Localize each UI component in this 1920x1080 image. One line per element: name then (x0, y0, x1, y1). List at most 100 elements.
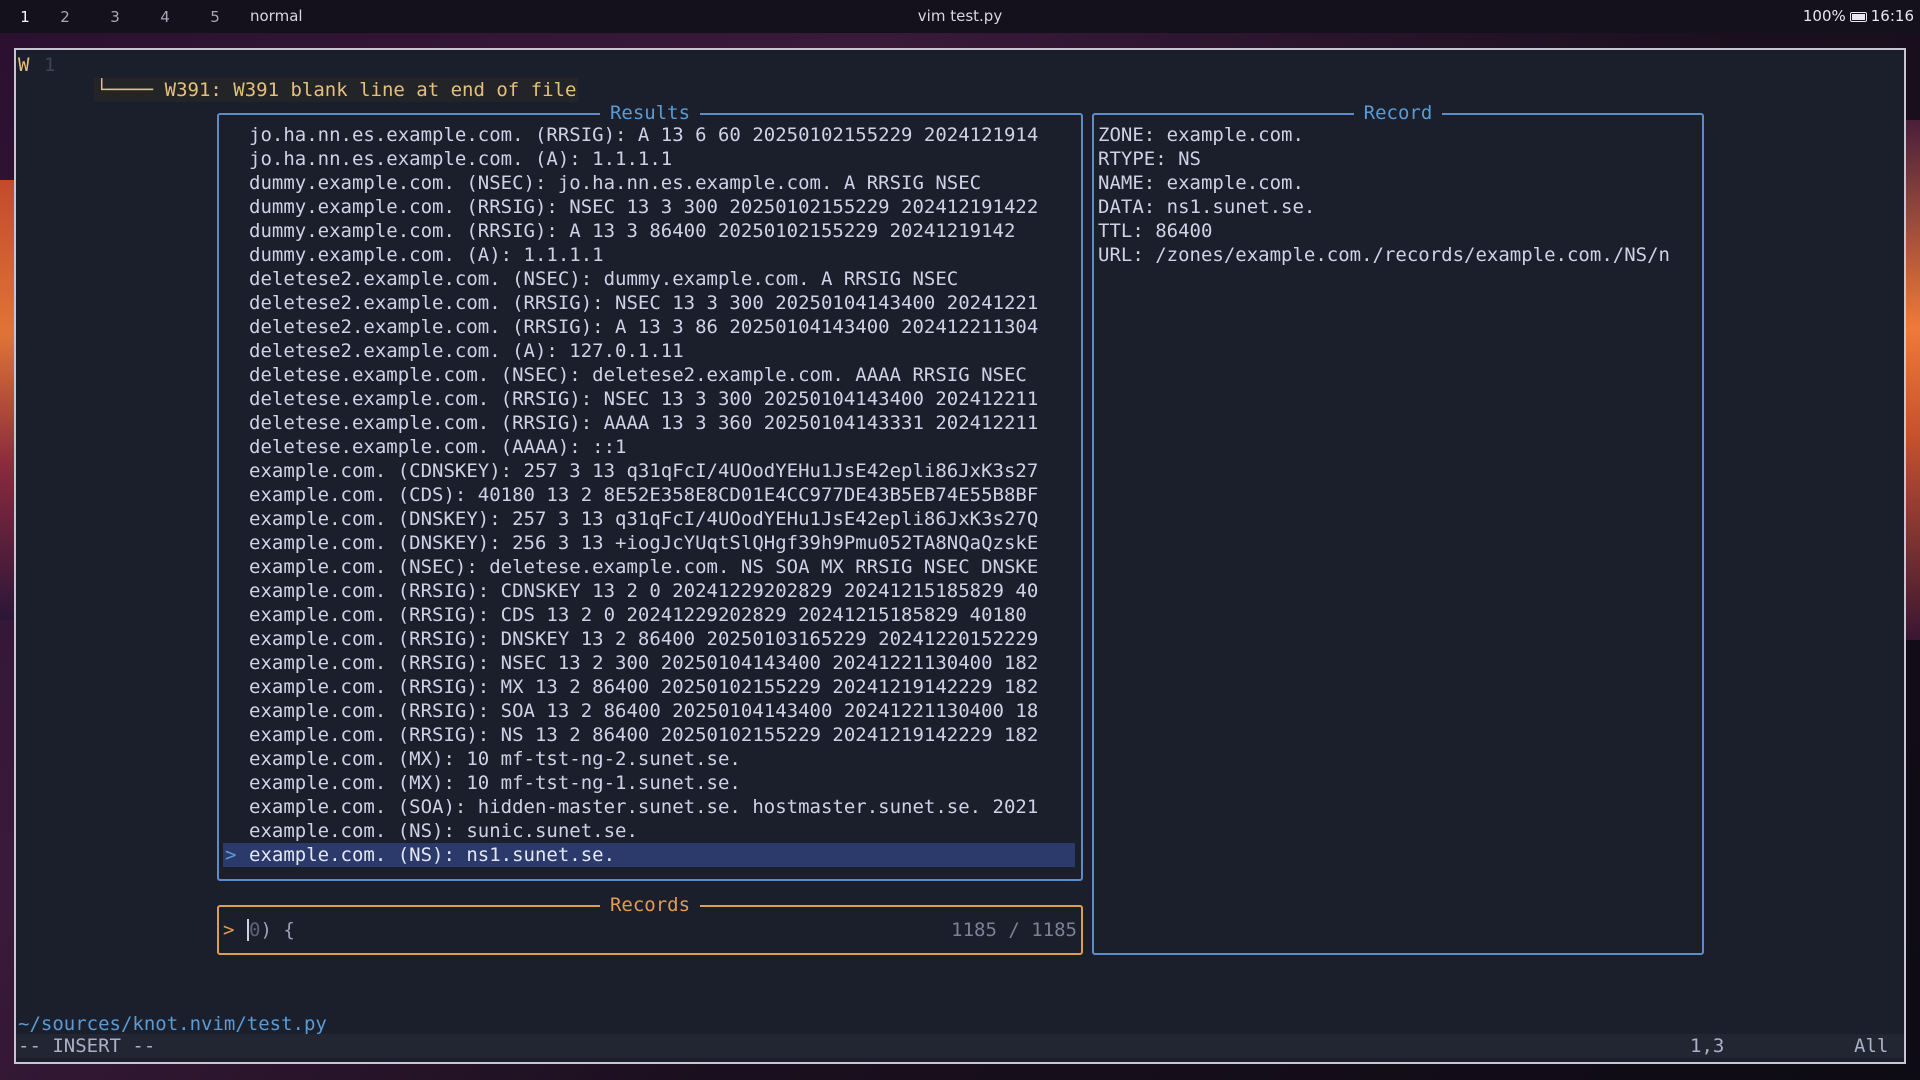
status-line (16, 1034, 1904, 1058)
mode-indicator: -- INSERT -- (18, 1035, 156, 1057)
result-row-text: example.com. (RRSIG): SOA 13 2 86400 202… (249, 700, 1039, 722)
results-panel: Results jo.ha.nn.es.example.com. (RRSIG)… (217, 102, 1083, 881)
result-row[interactable]: example.com. (NSEC): deletese.example.co… (223, 555, 1075, 579)
result-row-text: deletese.example.com. (RRSIG): NSEC 13 3… (249, 388, 1039, 410)
workspace-1[interactable]: 1 (10, 8, 40, 26)
result-row-text: example.com. (CDS): 40180 13 2 8E52E358E… (249, 484, 1039, 506)
selection-caret-icon: > (225, 844, 237, 866)
records-prompt[interactable]: Records > 0) { 1185 / 1185 (217, 894, 1083, 955)
result-row[interactable]: dummy.example.com. (RRSIG): NSEC 13 3 30… (223, 195, 1075, 219)
search-input-text: ) { (260, 919, 295, 941)
result-row[interactable]: example.com. (RRSIG): NSEC 13 2 300 2025… (223, 651, 1075, 675)
result-row-text: example.com. (DNSKEY): 257 3 13 q31qFcI/… (249, 508, 1039, 530)
result-row[interactable]: deletese2.example.com. (RRSIG): NSEC 13 … (223, 291, 1075, 315)
result-row[interactable]: example.com. (MX): 10 mf-tst-ng-1.sunet.… (223, 771, 1075, 795)
result-row-selected[interactable]: > example.com. (NS): ns1.sunet.se. (223, 843, 1075, 867)
file-path: ~/sources/knot.nvim/test.py (18, 1013, 327, 1035)
warning-sign: W (18, 54, 30, 76)
prompt-caret-icon: > (223, 919, 235, 941)
result-row-text: example.com. (RRSIG): MX 13 2 86400 2025… (249, 676, 1039, 698)
result-row-text: jo.ha.nn.es.example.com. (A): 1.1.1.1 (249, 148, 673, 170)
result-row[interactable]: example.com. (CDNSKEY): 257 3 13 q31qFcI… (223, 459, 1075, 483)
record-field: DATA: ns1.sunet.se. (1098, 196, 1316, 218)
record-title: Record (1353, 102, 1443, 124)
result-row[interactable]: example.com. (SOA): hidden-master.sunet.… (223, 795, 1075, 819)
match-count: 1185 / 1185 (951, 919, 1077, 941)
workspace-2[interactable]: 2 (40, 8, 90, 26)
result-row-text: example.com. (RRSIG): CDS 13 2 0 2024122… (249, 604, 1027, 626)
result-row-text: example.com. (RRSIG): NSEC 13 2 300 2025… (249, 652, 1039, 674)
clock: 16:16 (1870, 7, 1914, 25)
result-row-text: example.com. (NS): ns1.sunet.se. (249, 844, 616, 866)
result-row-text: dummy.example.com. (A): 1.1.1.1 (249, 244, 604, 266)
result-row[interactable]: example.com. (NS): sunic.sunet.se. (223, 819, 1075, 843)
result-row-text: deletese2.example.com. (RRSIG): A 13 3 8… (249, 316, 1039, 338)
diagnostic-message: └──── W391: W391 blank line at end of fi… (94, 78, 579, 102)
result-row-text: dummy.example.com. (RRSIG): NSEC 13 3 30… (249, 196, 1039, 218)
result-row[interactable]: deletese.example.com. (NSEC): deletese2.… (223, 363, 1075, 387)
result-row-text: deletese2.example.com. (RRSIG): NSEC 13 … (249, 292, 1039, 314)
result-row[interactable]: example.com. (RRSIG): SOA 13 2 86400 202… (223, 699, 1075, 723)
result-row[interactable]: example.com. (RRSIG): MX 13 2 86400 2025… (223, 675, 1075, 699)
result-row-text: example.com. (SOA): hidden-master.sunet.… (249, 796, 1039, 818)
result-row-text: deletese2.example.com. (NSEC): dummy.exa… (249, 268, 959, 290)
result-row[interactable]: example.com. (DNSKEY): 257 3 13 q31qFcI/… (223, 507, 1075, 531)
record-field: RTYPE: NS (1098, 148, 1201, 170)
result-row-text: example.com. (NSEC): deletese.example.co… (249, 556, 1039, 578)
result-row-text: deletese.example.com. (RRSIG): AAAA 13 3… (249, 412, 1039, 434)
result-row-text: example.com. (CDNSKEY): 257 3 13 q31qFcI… (249, 460, 1039, 482)
terminal-window[interactable]: W 1 └──── W391: W391 blank line at end o… (14, 48, 1906, 1064)
result-row-text: deletese.example.com. (NSEC): deletese2.… (249, 364, 1027, 386)
result-row[interactable]: jo.ha.nn.es.example.com. (RRSIG): A 13 6… (223, 123, 1075, 147)
result-row-text: dummy.example.com. (NSEC): jo.ha.nn.es.e… (249, 172, 982, 194)
result-row[interactable]: deletese2.example.com. (RRSIG): A 13 3 8… (223, 315, 1075, 339)
result-row-text: jo.ha.nn.es.example.com. (RRSIG): A 13 6… (249, 124, 1039, 146)
wm-mode: normal (250, 7, 303, 25)
result-row[interactable]: deletese.example.com. (RRSIG): NSEC 13 3… (223, 387, 1075, 411)
result-row[interactable]: dummy.example.com. (RRSIG): A 13 3 86400… (223, 219, 1075, 243)
result-row-text: example.com. (DNSKEY): 256 3 13 +iogJcYU… (249, 532, 1039, 554)
result-row-text: deletese2.example.com. (A): 127.0.1.11 (249, 340, 684, 362)
result-row[interactable]: jo.ha.nn.es.example.com. (A): 1.1.1.1 (223, 147, 1075, 171)
result-row[interactable]: example.com. (CDS): 40180 13 2 8E52E358E… (223, 483, 1075, 507)
result-row[interactable]: example.com. (RRSIG): DNSKEY 13 2 86400 … (223, 627, 1075, 651)
cursor-position: 1,3 (1690, 1035, 1725, 1057)
result-row[interactable]: deletese2.example.com. (NSEC): dummy.exa… (223, 267, 1075, 291)
workspace-3[interactable]: 3 (90, 8, 140, 26)
result-row-text: example.com. (RRSIG): CDNSKEY 13 2 0 202… (249, 580, 1039, 602)
battery-percent: 100% (1802, 7, 1846, 25)
result-row[interactable]: dummy.example.com. (A): 1.1.1.1 (223, 243, 1075, 267)
result-row[interactable]: example.com. (RRSIG): CDS 13 2 0 2024122… (223, 603, 1075, 627)
workspace-4[interactable]: 4 (140, 8, 190, 26)
result-row[interactable]: example.com. (MX): 10 mf-tst-ng-2.sunet.… (223, 747, 1075, 771)
workspace-5[interactable]: 5 (190, 8, 240, 26)
scroll-position: All (1854, 1035, 1889, 1057)
result-row[interactable]: deletese2.example.com. (A): 127.0.1.11 (223, 339, 1075, 363)
result-row[interactable]: example.com. (RRSIG): CDNSKEY 13 2 0 202… (223, 579, 1075, 603)
result-row-text: example.com. (NS): sunic.sunet.se. (249, 820, 638, 842)
result-row[interactable]: dummy.example.com. (NSEC): jo.ha.nn.es.e… (223, 171, 1075, 195)
results-title: Results (599, 102, 701, 124)
result-row[interactable]: example.com. (DNSKEY): 256 3 13 +iogJcYU… (223, 531, 1075, 555)
result-row-text: deletese.example.com. (AAAA): ::1 (249, 436, 627, 458)
system-tray: 100% 16:16 (1803, 0, 1914, 33)
result-row-text: example.com. (RRSIG): DNSKEY 13 2 86400 … (249, 628, 1039, 650)
result-row-text: example.com. (RRSIG): NS 13 2 86400 2025… (249, 724, 1039, 746)
record-preview-panel: Record ZONE: example.com. RTYPE: NS NAME: … (1092, 102, 1704, 955)
battery-icon (1849, 11, 1867, 22)
records-title: Records (599, 894, 701, 916)
result-row-text: example.com. (MX): 10 mf-tst-ng-2.sunet.… (249, 748, 741, 770)
record-field: TTL: 86400 (1098, 220, 1213, 242)
result-row-text: example.com. (MX): 10 mf-tst-ng-1.sunet.… (249, 772, 741, 794)
result-row-text: dummy.example.com. (RRSIG): A 13 3 86400… (249, 220, 1016, 242)
record-field: URL: /zones/example.com./records/example… (1098, 244, 1670, 266)
record-field: NAME: example.com. (1098, 172, 1304, 194)
result-row[interactable]: deletese.example.com. (AAAA): ::1 (223, 435, 1075, 459)
result-row[interactable]: deletese.example.com. (RRSIG): AAAA 13 3… (223, 411, 1075, 435)
search-input[interactable]: 0) { (247, 918, 295, 942)
record-field: ZONE: example.com. (1098, 124, 1304, 146)
result-row[interactable]: example.com. (RRSIG): NS 13 2 86400 2025… (223, 723, 1075, 747)
workspace-list: 1 2 3 4 5 (10, 0, 240, 33)
top-bar: 1 2 3 4 5 normal vim test.py 100% 16:16 (0, 0, 1920, 33)
line-number: 1 (44, 54, 56, 76)
